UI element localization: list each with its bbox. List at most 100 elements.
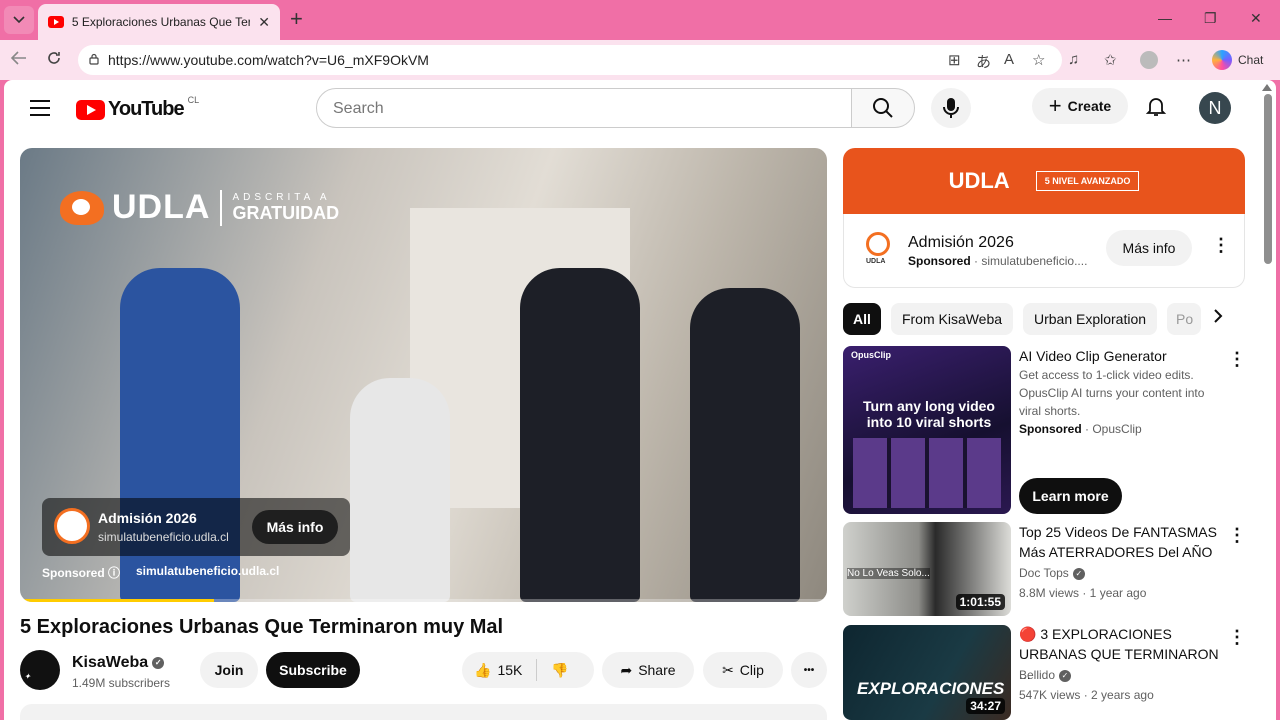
notifications-bell-icon[interactable] bbox=[1144, 94, 1168, 118]
minimize-button[interactable]: — bbox=[1158, 10, 1172, 26]
restore-button[interactable]: ❐ bbox=[1204, 10, 1217, 27]
learn-more-button[interactable]: Learn more bbox=[1019, 478, 1122, 514]
channel-avatar[interactable]: ✦ bbox=[20, 650, 60, 690]
video-progress-fill bbox=[20, 599, 214, 602]
thumbs-down-icon[interactable]: 👎 bbox=[551, 662, 568, 679]
video-title: 5 Exploraciones Urbanas Que Terminaron m… bbox=[20, 616, 504, 638]
url-text[interactable]: https://www.youtube.com/watch?v=U6_mXF9O… bbox=[108, 52, 429, 68]
new-tab-button[interactable]: + bbox=[290, 8, 303, 30]
media-control-icon[interactable]: ♫ bbox=[1068, 51, 1079, 68]
subscribe-button[interactable]: Subscribe bbox=[266, 652, 360, 688]
rec-menu-icon-1[interactable]: ⋮ bbox=[1228, 526, 1246, 544]
rec-meta-2: 547K views · 2 years ago bbox=[1019, 688, 1154, 702]
favorite-star-icon[interactable]: ☆ bbox=[1032, 51, 1045, 69]
chip-partial[interactable]: Po bbox=[1167, 303, 1201, 335]
browser-toolbar: https://www.youtube.com/watch?v=U6_mXF9O… bbox=[0, 40, 1280, 80]
sidebar-ad-sponsored: Sponsored bbox=[908, 254, 971, 268]
rec-title-1[interactable]: Top 25 Videos De FANTASMAS Más ATERRADOR… bbox=[1019, 522, 1229, 562]
refresh-icon bbox=[48, 52, 60, 64]
sidebar-ad-info[interactable]: UDLA Admisión 2026 Sponsored · simulatub… bbox=[843, 214, 1245, 288]
page-scrollbar[interactable] bbox=[1264, 94, 1272, 264]
sponsored-label[interactable]: Sponsored ⓘ bbox=[42, 564, 120, 581]
site-info-icon[interactable] bbox=[88, 53, 100, 65]
favorites-icon[interactable]: ✩ bbox=[1104, 51, 1117, 69]
address-bar[interactable]: https://www.youtube.com/watch?v=U6_mXF9O… bbox=[78, 45, 1062, 75]
rec-channel-row-2[interactable]: Bellido ✓ bbox=[1019, 666, 1219, 684]
rec-title-0[interactable]: AI Video Clip Generator bbox=[1019, 346, 1229, 366]
back-button[interactable] bbox=[10, 50, 28, 71]
sidebar-ad-banner[interactable]: UDLA 5 NIVEL AVANZADO bbox=[843, 148, 1245, 214]
channel-name[interactable]: KisaWeba bbox=[72, 654, 148, 671]
rec-channel-2[interactable]: Bellido bbox=[1019, 668, 1055, 682]
rec-menu-icon-2[interactable]: ⋮ bbox=[1228, 628, 1246, 646]
rec-thumbnail-2[interactable]: EXPLORACIONES 34:27 bbox=[843, 625, 1011, 720]
rec-duration-2: 34:27 bbox=[966, 698, 1005, 714]
join-button[interactable]: Join bbox=[200, 652, 258, 688]
share-label: Share bbox=[638, 662, 676, 678]
ad-url: simulatubeneficio.udla.cl bbox=[98, 530, 229, 544]
video-figure-student-1 bbox=[520, 268, 640, 602]
chip-all[interactable]: All bbox=[843, 303, 881, 335]
sidebar-ad-url: simulatubeneficio.... bbox=[981, 254, 1088, 268]
udla-overlay-logo: UDLA ADSCRITA A GRATUIDAD bbox=[60, 188, 339, 227]
rec-thumb-text-2: EXPLORACIONES bbox=[857, 679, 1005, 698]
account-avatar[interactable]: N bbox=[1199, 92, 1231, 124]
more-menu-icon[interactable]: ⋯ bbox=[1176, 51, 1191, 69]
udla-mark-icon bbox=[60, 190, 104, 225]
rec-channel-1[interactable]: Doc Tops bbox=[1019, 566, 1069, 580]
ad-more-info-button[interactable]: Más info bbox=[252, 510, 338, 544]
read-aloud-icon[interactable]: A bbox=[1004, 51, 1014, 68]
search-button[interactable] bbox=[851, 88, 915, 128]
tab-title: 5 Exploraciones Urbanas Que Termi bbox=[71, 15, 251, 29]
chevron-right-icon[interactable] bbox=[1212, 308, 1224, 329]
share-button[interactable]: ➦ Share bbox=[602, 652, 694, 688]
udla-logo-text: UDLA bbox=[866, 258, 886, 265]
thumbs-up-icon[interactable]: 👍 bbox=[474, 662, 491, 679]
rec-thumbnail-opusclip[interactable]: OpusClip Turn any long video into 10 vir… bbox=[843, 346, 1011, 514]
scroll-up-arrow[interactable] bbox=[1262, 84, 1272, 91]
rec-channel-row-1[interactable]: Doc Tops ✓ bbox=[1019, 564, 1219, 582]
youtube-play-icon bbox=[76, 99, 105, 120]
overlay-brand: UDLA bbox=[112, 188, 211, 226]
copilot-chat-button[interactable]: Chat bbox=[1206, 47, 1272, 73]
create-button[interactable]: + Create bbox=[1032, 88, 1128, 124]
sidebar-ad-menu-icon[interactable]: ⋮ bbox=[1212, 236, 1230, 254]
browser-tab[interactable]: 5 Exploraciones Urbanas Que Termi ✕ bbox=[38, 4, 280, 40]
rec-menu-icon-0[interactable]: ⋮ bbox=[1228, 350, 1246, 368]
scissors-icon: ✂ bbox=[722, 661, 734, 678]
more-actions-button[interactable]: ••• bbox=[791, 652, 827, 688]
video-progress-bar[interactable] bbox=[20, 599, 827, 602]
rec-thumbnail-1[interactable]: No Lo Veas Solo... 1:01:55 bbox=[843, 522, 1011, 616]
video-ad-card[interactable]: Admisión 2026 simulatubeneficio.udla.cl … bbox=[42, 498, 350, 556]
sidebar-ad-more-info-button[interactable]: Más info bbox=[1106, 230, 1192, 266]
udla-logo-icon bbox=[866, 232, 890, 256]
translate-icon[interactable]: あ bbox=[976, 51, 991, 72]
like-count[interactable]: 15K bbox=[497, 662, 522, 678]
copilot-icon bbox=[1212, 50, 1232, 70]
banner-brand: UDLA bbox=[948, 168, 1010, 193]
opusclip-thumb-grid bbox=[853, 438, 1001, 508]
app-available-icon[interactable]: ⊞ bbox=[948, 51, 961, 69]
search-input[interactable]: Search bbox=[316, 88, 852, 128]
verified-icon: ✓ bbox=[1072, 567, 1085, 580]
chip-urban-exploration[interactable]: Urban Exploration bbox=[1023, 303, 1157, 335]
tab-close-icon[interactable]: ✕ bbox=[258, 14, 270, 31]
channel-name-row[interactable]: KisaWeba ✓ bbox=[72, 654, 165, 672]
tab-list-button[interactable] bbox=[4, 6, 34, 34]
refresh-button[interactable] bbox=[46, 50, 62, 71]
window-close-button[interactable]: ✕ bbox=[1250, 10, 1262, 27]
rec-meta-1: 8.8M views · 1 year ago bbox=[1019, 586, 1147, 600]
menu-hamburger-icon[interactable] bbox=[30, 100, 50, 116]
chip-from-kisaweba[interactable]: From KisaWeba bbox=[891, 303, 1013, 335]
like-dislike-group: 👍 15K 👎 bbox=[462, 652, 594, 688]
profile-icon[interactable] bbox=[1140, 51, 1158, 69]
rec-advertiser-0: · OpusClip bbox=[1085, 422, 1142, 436]
video-player[interactable]: UDLA ADSCRITA A GRATUIDAD Admisión 2026 … bbox=[20, 148, 827, 602]
sponsored-url[interactable]: simulatubeneficio.udla.cl bbox=[136, 564, 279, 578]
rec-sponsored-0: Sponsored bbox=[1019, 422, 1082, 436]
youtube-logo[interactable]: YouTube CL bbox=[76, 95, 199, 121]
clip-button[interactable]: ✂ Clip bbox=[703, 652, 783, 688]
sidebar-ad-title: Admisión 2026 bbox=[908, 234, 1014, 251]
voice-search-button[interactable] bbox=[931, 88, 971, 128]
description-box[interactable] bbox=[20, 704, 827, 720]
